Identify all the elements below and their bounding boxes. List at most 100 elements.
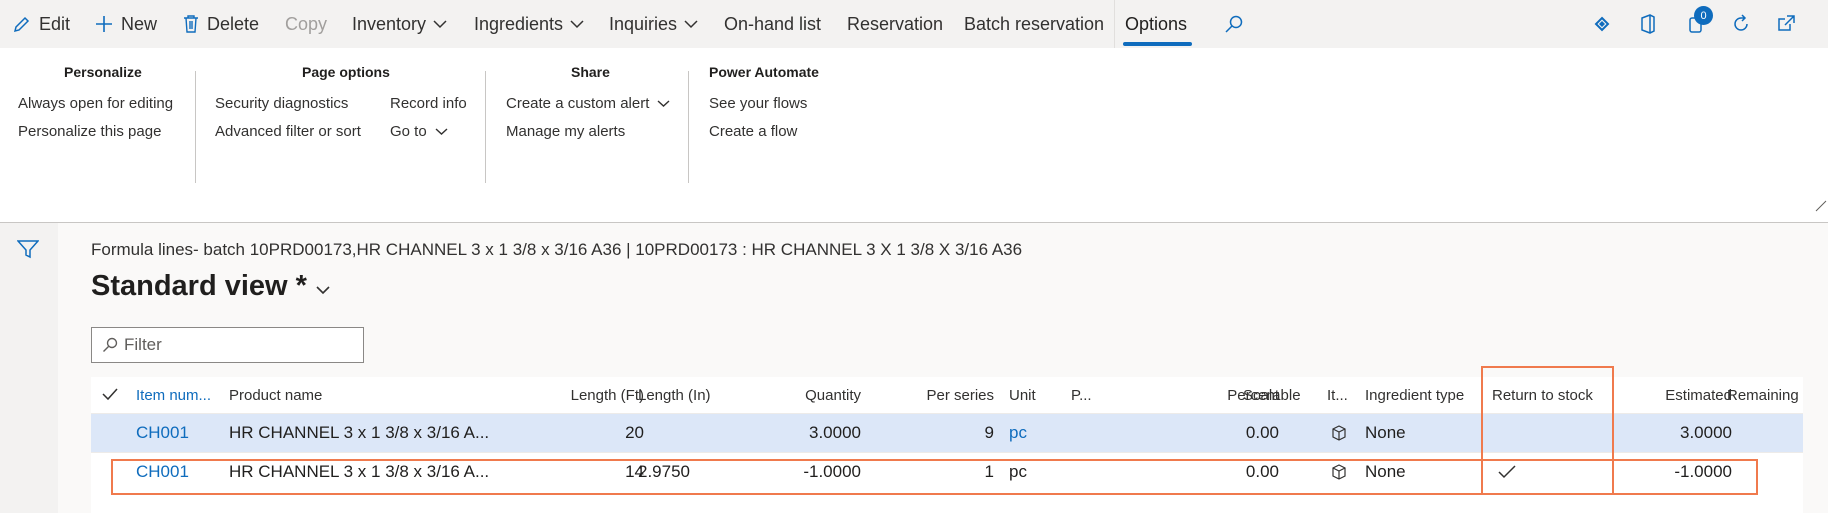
trash-icon xyxy=(184,15,198,33)
view-selector[interactable]: Standard view * xyxy=(91,270,331,303)
chevron-down-icon xyxy=(684,20,698,29)
create-a-flow[interactable]: Create a flow xyxy=(709,123,797,140)
open-in-new-icon xyxy=(1778,15,1795,31)
unit-link[interactable]: pc xyxy=(1009,414,1027,452)
onhand-label: On-hand list xyxy=(724,13,822,34)
onhand-list-button[interactable]: On-hand list xyxy=(724,0,821,48)
header-length-in[interactable]: Length (In) xyxy=(638,377,711,413)
options-ribbon: Personalize Always open for editing Pers… xyxy=(0,48,1828,223)
per-series-cell: 9 xyxy=(984,423,994,442)
personalize-this-page[interactable]: Personalize this page xyxy=(18,123,161,140)
edit-button[interactable]: Edit xyxy=(12,0,70,48)
row-highlight xyxy=(111,459,1758,495)
search-icon xyxy=(103,337,118,352)
header-quantity[interactable]: Quantity xyxy=(791,377,861,413)
header-p[interactable]: P... xyxy=(1071,377,1092,413)
new-label: New xyxy=(121,13,158,34)
search-icon xyxy=(1225,15,1243,33)
batch-reservation-button[interactable]: Batch reservation xyxy=(964,0,1104,48)
header-estimated[interactable]: Estimated xyxy=(1611,377,1732,413)
header-it[interactable]: It... xyxy=(1327,377,1348,413)
power-apps-button[interactable] xyxy=(1593,0,1618,48)
delete-label: Delete xyxy=(207,13,260,34)
inventory-menu[interactable]: Inventory xyxy=(352,0,447,48)
filter-input[interactable]: Filter xyxy=(91,327,364,363)
notification-badge: 0 xyxy=(1694,6,1713,25)
estimated-cell: 3.0000 xyxy=(1680,423,1732,442)
ingredients-label: Ingredients xyxy=(474,13,564,34)
header-per-series[interactable]: Per series xyxy=(891,377,994,413)
pencil-icon xyxy=(13,16,30,33)
reservation-button[interactable]: Reservation xyxy=(847,0,943,48)
ingredients-menu[interactable]: Ingredients xyxy=(474,0,584,48)
delete-button[interactable]: Delete xyxy=(182,0,259,48)
ribbon-divider xyxy=(688,71,689,183)
diamond-icon xyxy=(1594,16,1610,32)
left-rail xyxy=(0,223,58,513)
create-custom-alert[interactable]: Create a custom alert xyxy=(506,95,670,112)
open-new-window-button[interactable] xyxy=(1776,0,1803,48)
product-name-cell: HR CHANNEL 3 x 1 3/8 x 3/16 A... xyxy=(229,423,490,442)
ribbon-divider xyxy=(485,71,486,183)
quantity-cell: 3.0000 xyxy=(809,423,861,442)
copy-button[interactable]: Copy xyxy=(285,0,327,48)
create-custom-alert-label: Create a custom alert xyxy=(506,95,650,112)
office-button[interactable] xyxy=(1639,0,1664,48)
breadcrumb: Formula lines- batch 10PRD00173,HR CHANN… xyxy=(91,240,1023,259)
header-ingredient-type[interactable]: Ingredient type xyxy=(1365,377,1464,413)
chevron-down-icon xyxy=(657,100,670,107)
inquiries-label: Inquiries xyxy=(609,13,678,34)
always-open-for-editing[interactable]: Always open for editing xyxy=(18,95,173,112)
command-bar: Edit New Delete Copy Inventory Ingredien… xyxy=(0,0,1828,48)
search-button[interactable] xyxy=(1224,0,1251,48)
percent-cell: 0.00 xyxy=(1245,423,1279,442)
header-scalable[interactable]: Scalable xyxy=(1243,377,1301,413)
refresh-button[interactable] xyxy=(1731,0,1758,48)
header-remaining[interactable]: Remaining xyxy=(1727,377,1799,413)
inquiries-menu[interactable]: Inquiries xyxy=(609,0,698,48)
new-button[interactable]: New xyxy=(94,0,157,48)
page-title: Standard view * xyxy=(91,270,307,302)
header-item-number[interactable]: Item num... xyxy=(136,377,211,413)
batch-reservation-label: Batch reservation xyxy=(964,13,1105,34)
tab-options[interactable]: Options xyxy=(1125,0,1187,48)
resize-corner-icon[interactable] xyxy=(1815,200,1827,212)
go-to-menu[interactable]: Go to xyxy=(390,123,448,140)
chevron-down-icon xyxy=(570,20,584,29)
see-your-flows[interactable]: See your flows xyxy=(709,95,807,112)
refresh-icon xyxy=(1734,14,1748,31)
item-type-cell xyxy=(1331,414,1347,452)
advanced-filter-or-sort[interactable]: Advanced filter or sort xyxy=(215,123,361,140)
ingredient-type-cell: None xyxy=(1365,423,1406,442)
header-length-ft[interactable]: Length (Ft) xyxy=(511,377,644,413)
item-number-link[interactable]: CH001 xyxy=(136,414,189,452)
filter-placeholder: Filter xyxy=(124,335,162,354)
inventory-label: Inventory xyxy=(352,13,427,34)
active-tab-indicator xyxy=(1123,42,1192,46)
power-automate-group-title: Power Automate xyxy=(709,64,819,80)
go-to-label: Go to xyxy=(390,123,427,140)
package-icon xyxy=(1332,425,1346,441)
length-ft-cell: 20 xyxy=(625,423,644,442)
manage-my-alerts[interactable]: Manage my alerts xyxy=(506,123,625,140)
filter-icon[interactable] xyxy=(17,239,39,259)
chevron-down-icon xyxy=(435,128,448,135)
personalize-group-title: Personalize xyxy=(64,64,142,80)
page-options-group-title: Page options xyxy=(302,64,390,80)
header-product-name[interactable]: Product name xyxy=(229,377,322,413)
share-group-title: Share xyxy=(571,64,610,80)
tab-divider xyxy=(1114,0,1115,48)
plus-icon xyxy=(96,16,112,32)
office-icon xyxy=(1641,14,1655,34)
reservation-label: Reservation xyxy=(847,13,944,34)
ribbon-divider xyxy=(195,71,196,183)
record-info[interactable]: Record info xyxy=(390,95,467,112)
header-unit[interactable]: Unit xyxy=(1009,377,1036,413)
copy-label: Copy xyxy=(285,13,328,34)
chevron-down-icon xyxy=(433,20,447,29)
security-diagnostics[interactable]: Security diagnostics xyxy=(215,95,348,112)
options-label: Options xyxy=(1125,13,1188,34)
select-all-checkmark-icon[interactable] xyxy=(102,387,118,401)
chevron-down-icon xyxy=(316,285,330,294)
edit-label: Edit xyxy=(39,13,71,34)
